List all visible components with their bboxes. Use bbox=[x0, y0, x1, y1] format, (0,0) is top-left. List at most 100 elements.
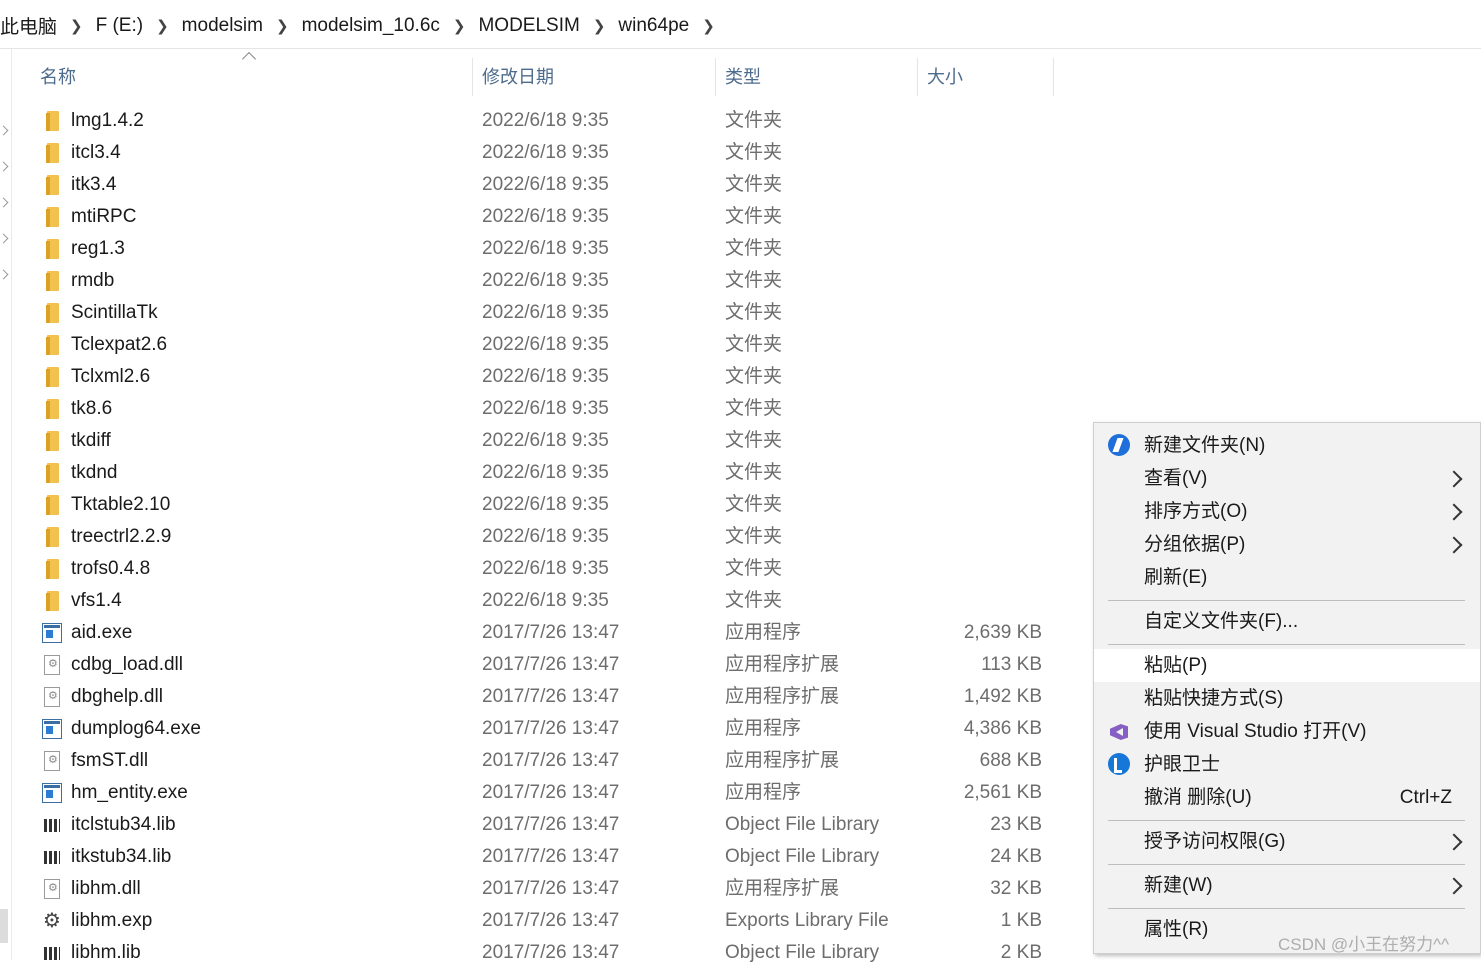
chevron-right-icon[interactable]: ❯ bbox=[695, 17, 722, 35]
menu-item-sort-by[interactable]: 排序方式(O) bbox=[1094, 495, 1480, 528]
eye-guard-icon bbox=[1108, 753, 1130, 775]
file-row[interactable]: dbghelp.dll 2017/7/26 13:47 应用程序扩展 1,492 KB bbox=[38, 681, 1058, 713]
file-row[interactable]: ScintillaTk 2022/6/18 9:35 文件夹 bbox=[38, 297, 1058, 329]
menu-separator bbox=[1108, 908, 1465, 909]
navigation-pane[interactable] bbox=[0, 49, 12, 960]
breadcrumb-item-modelsim-version[interactable]: modelsim_10.6c bbox=[296, 15, 446, 37]
file-row[interactable]: cdbg_load.dll 2017/7/26 13:47 应用程序扩展 113 KB bbox=[38, 649, 1058, 681]
file-row[interactable]: aid.exe 2017/7/26 13:47 应用程序 2,639 KB bbox=[38, 617, 1058, 649]
file-name: dumplog64.exe bbox=[71, 718, 201, 739]
menu-item-open-with-visual-studio[interactable]: 使用 Visual Studio 打开(V) bbox=[1094, 715, 1480, 748]
chevron-right-icon[interactable]: ❯ bbox=[149, 17, 176, 35]
file-name: ScintillaTk bbox=[71, 302, 158, 323]
chevron-right-icon[interactable]: ❯ bbox=[63, 17, 90, 35]
folder-icon bbox=[42, 207, 62, 227]
file-row[interactable]: libhm.lib 2017/7/26 13:47 Object File Libr… bbox=[38, 937, 1058, 969]
file-row[interactable]: tk8.6 2022/6/18 9:35 文件夹 bbox=[38, 393, 1058, 425]
menu-item-refresh[interactable]: 刷新(E) bbox=[1094, 561, 1480, 594]
exe-icon bbox=[42, 623, 62, 643]
file-row[interactable]: itkstub34.lib 2017/7/26 13:47 Object File … bbox=[38, 841, 1058, 873]
expand-chevron-icon[interactable] bbox=[0, 269, 9, 280]
folder-icon bbox=[42, 239, 62, 259]
menu-item-grant-access[interactable]: 授予访问权限(G) bbox=[1094, 825, 1480, 858]
file-type: 文件夹 bbox=[725, 334, 783, 355]
breadcrumb-item-drive[interactable]: F (E:) bbox=[90, 15, 150, 37]
file-type: 文件夹 bbox=[725, 398, 783, 419]
file-type: 应用程序 bbox=[725, 718, 802, 739]
column-divider[interactable] bbox=[917, 58, 918, 96]
file-row[interactable]: itcl3.4 2022/6/18 9:35 文件夹 bbox=[38, 137, 1058, 169]
file-name: fsmST.dll bbox=[71, 750, 149, 771]
menu-item-view[interactable]: 查看(V) bbox=[1094, 462, 1480, 495]
file-date-modified: 2022/6/18 9:35 bbox=[482, 558, 609, 579]
file-type: Object File Library bbox=[725, 846, 880, 867]
file-row[interactable]: tkdiff 2022/6/18 9:35 文件夹 bbox=[38, 425, 1058, 457]
menu-item-undo-delete[interactable]: 撤消 删除(U) Ctrl+Z bbox=[1094, 781, 1480, 814]
expand-chevron-icon[interactable] bbox=[0, 125, 9, 136]
menu-item-new[interactable]: 新建(W) bbox=[1094, 869, 1480, 902]
nav-selected-item[interactable] bbox=[0, 909, 8, 943]
file-type: 文件夹 bbox=[725, 430, 783, 451]
file-size: 24 KB bbox=[990, 846, 1042, 867]
file-row[interactable]: trofs0.4.8 2022/6/18 9:35 文件夹 bbox=[38, 553, 1058, 585]
file-row[interactable]: vfs1.4 2022/6/18 9:35 文件夹 bbox=[38, 585, 1058, 617]
folder-icon bbox=[42, 303, 62, 323]
column-header-size[interactable]: 大小 bbox=[927, 58, 963, 96]
file-row[interactable]: libhm.dll 2017/7/26 13:47 应用程序扩展 32 KB bbox=[38, 873, 1058, 905]
expand-chevron-icon[interactable] bbox=[0, 233, 9, 244]
expand-chevron-icon[interactable] bbox=[0, 161, 9, 172]
expand-chevron-icon[interactable] bbox=[0, 197, 9, 208]
breadcrumb-item-this-pc[interactable]: 此电脑 bbox=[0, 12, 63, 39]
chevron-right-icon[interactable]: ❯ bbox=[586, 17, 613, 35]
file-row[interactable]: Tclexpat2.6 2022/6/18 9:35 文件夹 bbox=[38, 329, 1058, 361]
column-header-date[interactable]: 修改日期 bbox=[482, 58, 554, 96]
file-name: itk3.4 bbox=[71, 174, 117, 195]
breadcrumb-item-win64pe[interactable]: win64pe bbox=[612, 15, 695, 37]
file-row[interactable]: lmg1.4.2 2022/6/18 9:35 文件夹 bbox=[38, 105, 1058, 137]
file-row[interactable]: ⚙ libhm.exp 2017/7/26 13:47 Exports Library… bbox=[38, 905, 1058, 937]
file-row[interactable]: dumplog64.exe 2017/7/26 13:47 应用程序 4,386 KB bbox=[38, 713, 1058, 745]
file-row[interactable]: itclstub34.lib 2017/7/26 13:47 Object File… bbox=[38, 809, 1058, 841]
menu-item-paste[interactable]: 粘贴(P) bbox=[1094, 649, 1480, 682]
menu-item-group-by[interactable]: 分组依据(P) bbox=[1094, 528, 1480, 561]
chevron-right-icon[interactable]: ❯ bbox=[446, 17, 473, 35]
file-row[interactable]: treectrl2.2.9 2022/6/18 9:35 文件夹 bbox=[38, 521, 1058, 553]
menu-item-customize-folder[interactable]: 自定义文件夹(F)... bbox=[1094, 605, 1480, 638]
file-date-modified: 2022/6/18 9:35 bbox=[482, 302, 609, 323]
file-type: Object File Library bbox=[725, 814, 880, 835]
file-date-modified: 2022/6/18 9:35 bbox=[482, 590, 609, 611]
file-row[interactable]: hm_entity.exe 2017/7/26 13:47 应用程序 2,561 KB bbox=[38, 777, 1058, 809]
column-header-name[interactable]: 名称 bbox=[40, 58, 76, 96]
file-date-modified: 2017/7/26 13:47 bbox=[482, 814, 620, 835]
menu-item-new-folder[interactable]: 新建文件夹(N) bbox=[1094, 429, 1480, 462]
menu-item-label: 属性(R) bbox=[1144, 919, 1209, 940]
chevron-right-icon[interactable]: ❯ bbox=[269, 17, 296, 35]
menu-item-eye-guard[interactable]: 护眼卫士 bbox=[1094, 748, 1480, 781]
file-row[interactable]: mtiRPC 2022/6/18 9:35 文件夹 bbox=[38, 201, 1058, 233]
exe-icon bbox=[42, 783, 62, 803]
column-header-type[interactable]: 类型 bbox=[725, 58, 761, 96]
dll-icon bbox=[44, 687, 60, 707]
file-row[interactable]: Tktable2.10 2022/6/18 9:35 文件夹 bbox=[38, 489, 1058, 521]
file-size: 4,386 KB bbox=[963, 718, 1042, 739]
column-divider[interactable] bbox=[472, 58, 473, 96]
file-row[interactable]: itk3.4 2022/6/18 9:35 文件夹 bbox=[38, 169, 1058, 201]
file-row[interactable]: rmdb 2022/6/18 9:35 文件夹 bbox=[38, 265, 1058, 297]
file-row[interactable]: fsmST.dll 2017/7/26 13:47 应用程序扩展 688 KB bbox=[38, 745, 1058, 777]
new-folder-icon bbox=[1108, 434, 1130, 456]
lib-icon bbox=[42, 847, 62, 867]
file-name: itclstub34.lib bbox=[71, 814, 176, 835]
column-divider[interactable] bbox=[715, 58, 716, 96]
exe-icon bbox=[42, 719, 62, 739]
file-name: trofs0.4.8 bbox=[71, 558, 151, 579]
breadcrumb-item-modelsim-upper[interactable]: MODELSIM bbox=[472, 15, 585, 37]
menu-item-paste-shortcut[interactable]: 粘贴快捷方式(S) bbox=[1094, 682, 1480, 715]
address-bar[interactable]: 此电脑 ❯ F (E:) ❯ modelsim ❯ modelsim_10.6c… bbox=[0, 0, 1481, 49]
file-row[interactable]: tkdnd 2022/6/18 9:35 文件夹 bbox=[38, 457, 1058, 489]
file-row[interactable]: reg1.3 2022/6/18 9:35 文件夹 bbox=[38, 233, 1058, 265]
file-row[interactable]: Tclxml2.6 2022/6/18 9:35 文件夹 bbox=[38, 361, 1058, 393]
menu-item-label: 护眼卫士 bbox=[1144, 754, 1221, 775]
column-divider[interactable] bbox=[1053, 58, 1054, 96]
breadcrumb-item-modelsim[interactable]: modelsim bbox=[176, 15, 269, 37]
file-type: 文件夹 bbox=[725, 270, 783, 291]
